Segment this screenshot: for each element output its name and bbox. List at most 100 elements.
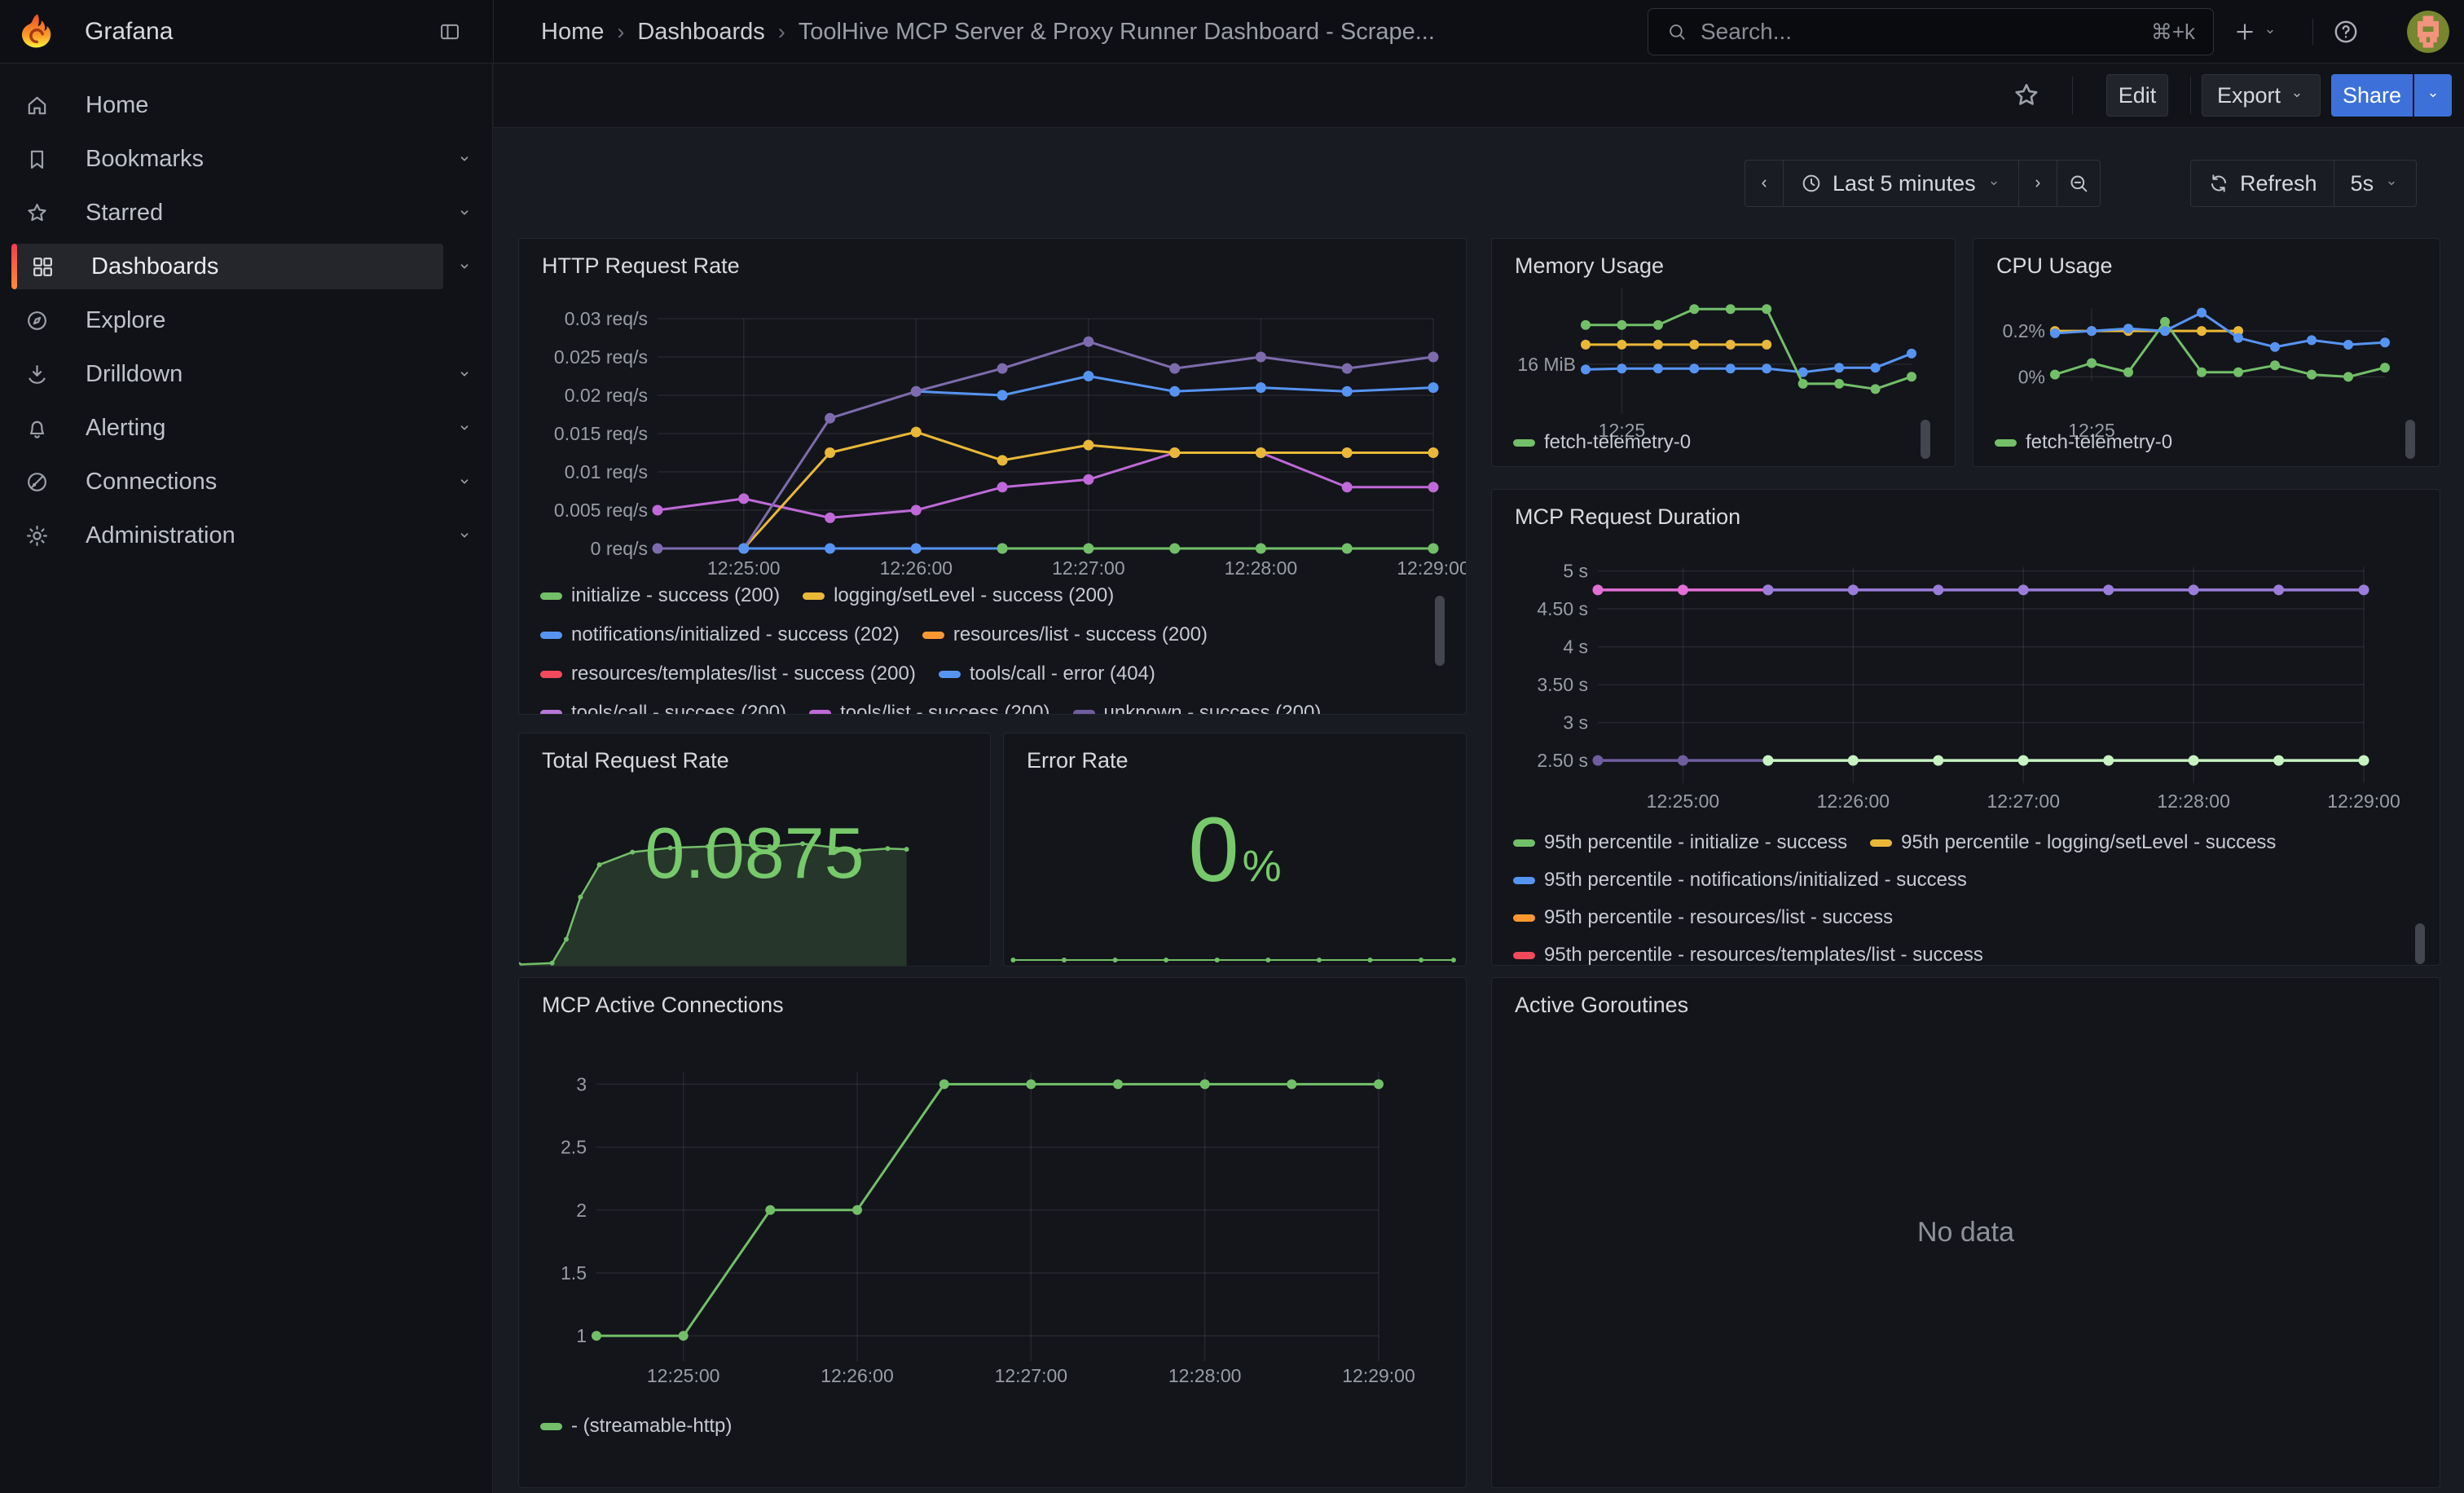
panel-title[interactable]: CPU Usage xyxy=(1996,253,2113,279)
legend-item[interactable]: 95th percentile - resources/templates/li… xyxy=(1513,944,1983,965)
svg-text:2.5: 2.5 xyxy=(561,1137,587,1158)
search-box[interactable]: ⌘+k xyxy=(1648,8,2214,55)
legend-series-label: - (streamable-http) xyxy=(571,1415,732,1438)
legend-series-color xyxy=(809,710,831,715)
legend-scrollbar[interactable] xyxy=(2415,923,2425,964)
panel-title[interactable]: Memory Usage xyxy=(1515,253,1664,279)
legend-item[interactable]: tools/call - success (200) xyxy=(540,702,786,714)
legend-item[interactable]: 95th percentile - initialize - success xyxy=(1513,831,1847,854)
time-shift-back-button[interactable] xyxy=(1745,161,1783,206)
svg-text:12:25:00: 12:25:00 xyxy=(1647,791,1720,812)
search-icon xyxy=(1666,21,1687,42)
chevron-down-icon xyxy=(2289,87,2305,103)
panel-mcp-active-connections: MCP Active Connections 11.522.5312:25:00… xyxy=(518,977,1467,1488)
export-button-label: Export xyxy=(2217,83,2281,108)
sidebar-item-bookmarks[interactable]: Bookmarks xyxy=(0,132,492,186)
legend-item[interactable]: unknown - success (200) xyxy=(1073,702,1322,714)
legend-item[interactable]: 95th percentile - notifications/initiali… xyxy=(1513,869,1967,892)
export-button[interactable]: Export xyxy=(2202,74,2321,117)
new-menu-button[interactable] xyxy=(2233,0,2278,64)
sidebar-toggle-icon[interactable] xyxy=(438,20,461,43)
sidebar-item-label: Connections xyxy=(86,469,217,495)
plug-icon xyxy=(24,469,50,495)
legend-item[interactable]: initialize - success (200) xyxy=(540,584,780,607)
refresh-interval-label: 5s xyxy=(2351,171,2374,196)
sidebar-item-alerting[interactable]: Alerting xyxy=(0,401,492,455)
time-shift-forward-button[interactable] xyxy=(2018,161,2057,206)
svg-text:0%: 0% xyxy=(2018,366,2045,387)
clock-icon xyxy=(1800,172,1823,195)
legend-item[interactable]: 95th percentile - logging/setLevel - suc… xyxy=(1870,831,2276,854)
legend-item[interactable]: resources/list - success (200) xyxy=(922,623,1208,646)
legend-scrollbar[interactable] xyxy=(1921,420,1930,459)
svg-text:16 MiB: 16 MiB xyxy=(1517,354,1576,375)
refresh-interval-picker[interactable]: 5s xyxy=(2334,161,2417,206)
sidebar-item-starred[interactable]: Starred xyxy=(0,186,492,240)
help-icon[interactable] xyxy=(2332,18,2360,46)
legend-item[interactable]: notifications/initialized - success (202… xyxy=(540,623,900,646)
legend-item[interactable]: tools/call - error (404) xyxy=(939,663,1155,685)
refresh-button[interactable]: Refresh xyxy=(2191,161,2334,206)
share-menu-button[interactable] xyxy=(2414,74,2452,117)
panel-title[interactable]: Total Request Rate xyxy=(542,748,729,773)
edit-button-label: Edit xyxy=(2119,83,2157,108)
svg-text:2: 2 xyxy=(576,1200,587,1221)
panel-title[interactable]: MCP Active Connections xyxy=(542,993,784,1018)
refresh-controls: Refresh 5s xyxy=(2190,160,2417,207)
legend-series-color xyxy=(540,1423,562,1430)
legend-item[interactable]: logging/setLevel - success (200) xyxy=(803,584,1114,607)
search-input[interactable] xyxy=(1701,19,2138,45)
legend-item[interactable]: tools/list - success (200) xyxy=(809,702,1049,714)
breadcrumb-separator: › xyxy=(778,20,785,45)
sidebar-item-dashboards[interactable]: Dashboards xyxy=(0,240,492,293)
star-icon xyxy=(24,200,50,226)
legend-series-label: unknown - success (200) xyxy=(1104,702,1322,714)
legend-scrollbar[interactable] xyxy=(1435,596,1445,666)
panel-http-request-rate: HTTP Request Rate 0 req/s0.005 req/s0.01… xyxy=(518,238,1467,715)
legend-item[interactable]: fetch-telemetry-0 xyxy=(1513,431,1691,454)
chevron-down-icon[interactable] xyxy=(455,418,474,438)
zoom-out-button[interactable] xyxy=(2057,161,2100,206)
chevron-left-icon xyxy=(1755,174,1773,192)
sidebar-item-connections[interactable]: Connections xyxy=(0,455,492,509)
brand-name: Grafana xyxy=(85,0,173,64)
legend-item[interactable]: resources/templates/list - success (200) xyxy=(540,663,916,685)
legend-item[interactable]: 95th percentile - resources/list - succe… xyxy=(1513,906,1893,929)
edit-button[interactable]: Edit xyxy=(2106,74,2168,117)
chevron-down-icon[interactable] xyxy=(455,472,474,491)
sidebar-item-administration[interactable]: Administration xyxy=(0,509,492,562)
chevron-down-icon[interactable] xyxy=(455,149,474,169)
legend-series-color xyxy=(1513,877,1535,884)
chevron-down-icon[interactable] xyxy=(455,364,474,384)
sidebar-item-explore[interactable]: Explore xyxy=(0,293,492,347)
favorite-star-icon[interactable] xyxy=(2011,80,2042,111)
legend-scrollbar[interactable] xyxy=(2405,420,2415,459)
svg-text:12:29:00: 12:29:00 xyxy=(1342,1365,1415,1386)
grafana-logo-icon[interactable] xyxy=(18,12,57,51)
legend-series-color xyxy=(1870,839,1892,847)
chevron-down-icon[interactable] xyxy=(455,203,474,222)
home-icon xyxy=(24,93,50,118)
legend-item[interactable]: - (streamable-http) xyxy=(540,1415,732,1438)
error-rate-unit: % xyxy=(1243,841,1282,892)
panel-error-rate: Error Rate 0 % xyxy=(1003,733,1467,967)
no-data-message: No data xyxy=(1492,978,2440,1487)
legend-series-color xyxy=(803,592,825,600)
refresh-icon xyxy=(2207,172,2230,195)
breadcrumb-dashboards[interactable]: Dashboards xyxy=(637,19,764,46)
time-range-picker[interactable]: Last 5 minutes xyxy=(1783,161,2018,206)
breadcrumb-home[interactable]: Home xyxy=(541,19,604,46)
panel-title[interactable]: HTTP Request Rate xyxy=(542,253,740,279)
sidebar-item-drilldown[interactable]: Drilldown xyxy=(0,347,492,401)
breadcrumb: Home › Dashboards › ToolHive MCP Server … xyxy=(541,0,1435,64)
sidebar-item-home[interactable]: Home xyxy=(0,78,492,132)
chevron-down-icon[interactable] xyxy=(455,257,474,276)
compass-icon xyxy=(24,308,50,333)
legend-series-color xyxy=(922,632,944,639)
svg-text:0.015 req/s: 0.015 req/s xyxy=(554,423,648,444)
avatar[interactable] xyxy=(2407,11,2449,53)
chevron-down-icon[interactable] xyxy=(455,526,474,545)
panel-title[interactable]: MCP Request Duration xyxy=(1515,504,1740,530)
share-button[interactable]: Share xyxy=(2331,74,2413,117)
legend-item[interactable]: fetch-telemetry-0 xyxy=(1995,431,2172,454)
